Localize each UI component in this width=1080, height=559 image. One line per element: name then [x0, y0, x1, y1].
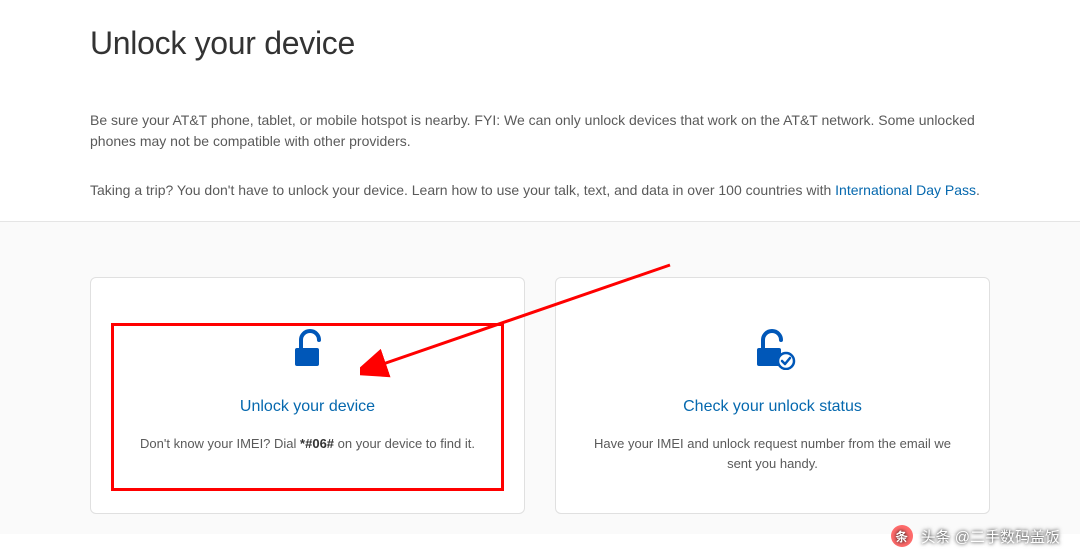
trip-text-prefix: Taking a trip? You don't have to unlock …	[90, 182, 835, 198]
watermark-icon: 条	[891, 525, 913, 547]
unlock-check-icon	[586, 328, 959, 370]
page-title: Unlock your device	[90, 25, 990, 62]
international-day-pass-link[interactable]: International Day Pass	[835, 182, 976, 198]
unlock-card-title: Unlock your device	[121, 398, 494, 416]
status-card-title: Check your unlock status	[586, 398, 959, 416]
trip-text-suffix: .	[976, 182, 980, 198]
status-card-description: Have your IMEI and unlock request number…	[586, 434, 959, 473]
watermark-text: 头条 @二手数码盖饭	[921, 526, 1060, 547]
unlock-icon	[121, 328, 494, 370]
watermark: 条 头条 @二手数码盖饭	[891, 525, 1060, 547]
unlock-device-card[interactable]: Unlock your device Don't know your IMEI?…	[90, 277, 525, 514]
unlock-card-description: Don't know your IMEI? Dial *#06# on your…	[121, 434, 494, 454]
trip-paragraph: Taking a trip? You don't have to unlock …	[90, 180, 990, 201]
check-status-card[interactable]: Check your unlock status Have your IMEI …	[555, 277, 990, 514]
intro-paragraph: Be sure your AT&T phone, tablet, or mobi…	[90, 110, 990, 152]
